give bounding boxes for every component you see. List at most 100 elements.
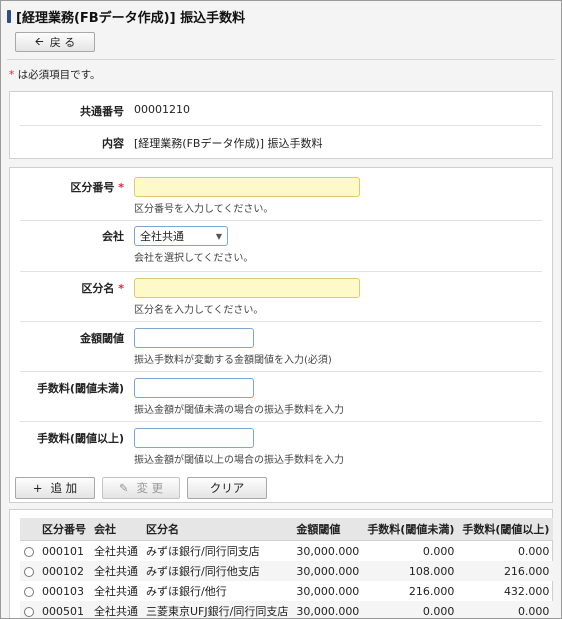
row-radio[interactable] <box>24 546 34 557</box>
window-frame: [経理業務(FBデータ作成)] 振込手数料 🡨 戻 る * は必須項目です。 共… <box>0 0 562 619</box>
cell-fee-above: 432.000 <box>503 584 550 598</box>
fee-above-label: 手数料(閾値以上) <box>36 432 124 445</box>
table-row[interactable]: 000501 全社共通 三菱東京UFJ銀行/同行同支店 30,000.000 0… <box>20 601 554 618</box>
fee-below-input[interactable] <box>134 378 254 398</box>
row-divider <box>20 371 542 372</box>
row-divider <box>20 125 542 126</box>
fee-above-input[interactable] <box>134 428 254 448</box>
amount-threshold-label: 金額閾値 <box>80 332 124 345</box>
common-no-label: 共通番号 <box>80 105 124 118</box>
edit-button-label: 変 更 <box>136 481 164 495</box>
required-note-text: は必須項目です。 <box>14 69 101 81</box>
cell-threshold: 30,000.000 <box>292 601 364 618</box>
cell-division-name: みずほ銀行/他行 <box>146 585 227 598</box>
form-row-division-name: 区分名 * 区分名を入力してください。 <box>20 278 542 316</box>
cell-company: 全社共通 <box>94 545 138 558</box>
form-row-fee-above: 手数料(閾値以上) 振込金額が閾値以上の場合の振込手数料を入力 <box>20 428 542 466</box>
col-header-threshold[interactable]: 金額閾値 <box>292 518 364 541</box>
col-header-select <box>20 518 38 541</box>
cell-division-no: 000101 <box>42 544 84 558</box>
form-row-amount-threshold: 金額閾値 振込手数料が変動する金額閾値を入力(必須) <box>20 328 542 366</box>
company-select[interactable]: 全社共通 ▼ <box>134 226 228 246</box>
division-no-label: 区分番号 * <box>70 181 124 194</box>
col-header-division-no[interactable]: 区分番号 <box>38 518 90 541</box>
cell-fee-above: 0.000 <box>517 544 550 558</box>
plus-icon: + <box>32 481 43 495</box>
row-radio[interactable] <box>24 566 34 577</box>
title-bar: [経理業務(FBデータ作成)] 振込手数料 <box>7 5 555 27</box>
fee-below-label: 手数料(閾値未満) <box>36 382 124 395</box>
edit-button[interactable]: ✎ 変 更 <box>102 477 180 499</box>
cell-company: 全社共通 <box>90 601 142 618</box>
cell-threshold: 30,000.000 <box>296 584 360 598</box>
table-row[interactable]: 000101 全社共通 みずほ銀行/同行同支店 30,000.000 0.000… <box>20 541 553 562</box>
col-header-division-name[interactable]: 区分名 <box>142 518 293 541</box>
amount-threshold-hint: 振込手数料が変動する金額閾値を入力(必須) <box>134 355 332 366</box>
col-header-fee-above[interactable]: 手数料(閾値以上) <box>458 518 554 541</box>
arrow-left-icon: 🡨 <box>34 34 44 48</box>
content-label: 内容 <box>102 137 124 150</box>
company-hint: 会社を選択してください。 <box>134 253 254 264</box>
cell-fee-above: 216.000 <box>458 561 554 581</box>
fee-above-hint: 振込金額が閾値以上の場合の振込手数料を入力 <box>134 455 344 466</box>
table-row[interactable]: 000103 全社共通 みずほ銀行/他行 30,000.000 216.000 … <box>20 581 553 601</box>
cell-division-name: みずほ銀行/同行他支店 <box>142 561 293 581</box>
division-no-hint: 区分番号を入力してください。 <box>134 204 274 215</box>
form-panel: 区分番号 * 区分番号を入力してください。 会社 全社共通 ▼ 会社を選択してく… <box>9 167 553 503</box>
fee-below-hint: 振込金額が閾値未満の場合の振込手数料を入力 <box>134 405 344 416</box>
chevron-down-icon: ▼ <box>215 231 222 241</box>
info-row-common-no: 共通番号 00001210 <box>20 101 542 119</box>
cell-fee-below: 0.000 <box>422 544 455 558</box>
form-row-division-no: 区分番号 * 区分番号を入力してください。 <box>20 177 542 215</box>
add-button[interactable]: + 追 加 <box>15 477 95 499</box>
cell-division-name: 三菱東京UFJ銀行/同行同支店 <box>142 601 293 618</box>
row-select-cell <box>20 541 38 562</box>
cell-company: 全社共通 <box>90 561 142 581</box>
clear-button-label: クリア <box>209 481 245 495</box>
table-panel: 区分番号 会社 区分名 金額閾値 手数料(閾値未満) 手数料(閾値以上) 000… <box>9 509 554 618</box>
cell-division-no: 000102 <box>38 561 90 581</box>
fee-table: 区分番号 会社 区分名 金額閾値 手数料(閾値未満) 手数料(閾値以上) 000… <box>20 518 554 618</box>
cell-company: 全社共通 <box>94 585 138 598</box>
row-select-cell <box>20 561 38 581</box>
row-divider <box>20 271 542 272</box>
divider <box>7 59 555 60</box>
cell-fee-below: 108.000 <box>363 561 459 581</box>
col-header-company[interactable]: 会社 <box>90 518 142 541</box>
cell-threshold: 30,000.000 <box>292 561 364 581</box>
row-select-cell <box>20 601 38 618</box>
back-button[interactable]: 🡨 戻 る <box>15 32 95 52</box>
content-value: [経理業務(FBデータ作成)] 振込手数料 <box>134 137 323 150</box>
cell-fee-above: 0.000 <box>458 601 554 618</box>
page-title: [経理業務(FBデータ作成)] 振込手数料 <box>16 10 246 26</box>
cell-division-no: 000501 <box>38 601 90 618</box>
common-no-value: 00001210 <box>134 103 190 116</box>
row-divider <box>20 421 542 422</box>
row-divider <box>20 321 542 322</box>
division-name-hint: 区分名を入力してください。 <box>134 305 264 316</box>
info-row-content: 内容 [経理業務(FBデータ作成)] 振込手数料 <box>20 133 542 151</box>
pencil-icon: ✎ <box>118 481 129 495</box>
required-note: * は必須項目です。 <box>9 67 101 82</box>
form-row-fee-below: 手数料(閾値未満) 振込金額が閾値未満の場合の振込手数料を入力 <box>20 378 542 416</box>
company-label: 会社 <box>102 230 124 243</box>
division-name-input[interactable] <box>134 278 360 298</box>
title-marker <box>7 9 11 23</box>
table-row[interactable]: 000102 全社共通 みずほ銀行/同行他支店 30,000.000 108.0… <box>20 561 554 581</box>
clear-button[interactable]: クリア <box>187 477 267 499</box>
cell-fee-below: 216.000 <box>408 584 455 598</box>
row-divider <box>20 220 542 221</box>
cell-division-no: 000103 <box>42 584 84 598</box>
back-button-label: 戻 る <box>49 36 76 49</box>
col-header-fee-below[interactable]: 手数料(閾値未満) <box>363 518 459 541</box>
company-selected-value: 全社共通 <box>140 230 184 243</box>
row-radio[interactable] <box>24 606 34 617</box>
cell-division-name: みずほ銀行/同行同支店 <box>146 545 260 558</box>
division-no-input[interactable] <box>134 177 360 197</box>
cell-threshold: 30,000.000 <box>296 544 360 558</box>
add-button-label: 追 加 <box>50 481 78 495</box>
table-header-row: 区分番号 会社 区分名 金額閾値 手数料(閾値未満) 手数料(閾値以上) <box>20 518 554 541</box>
amount-threshold-input[interactable] <box>134 328 254 348</box>
form-row-company: 会社 全社共通 ▼ 会社を選択してください。 <box>20 226 542 264</box>
row-radio[interactable] <box>24 586 34 597</box>
